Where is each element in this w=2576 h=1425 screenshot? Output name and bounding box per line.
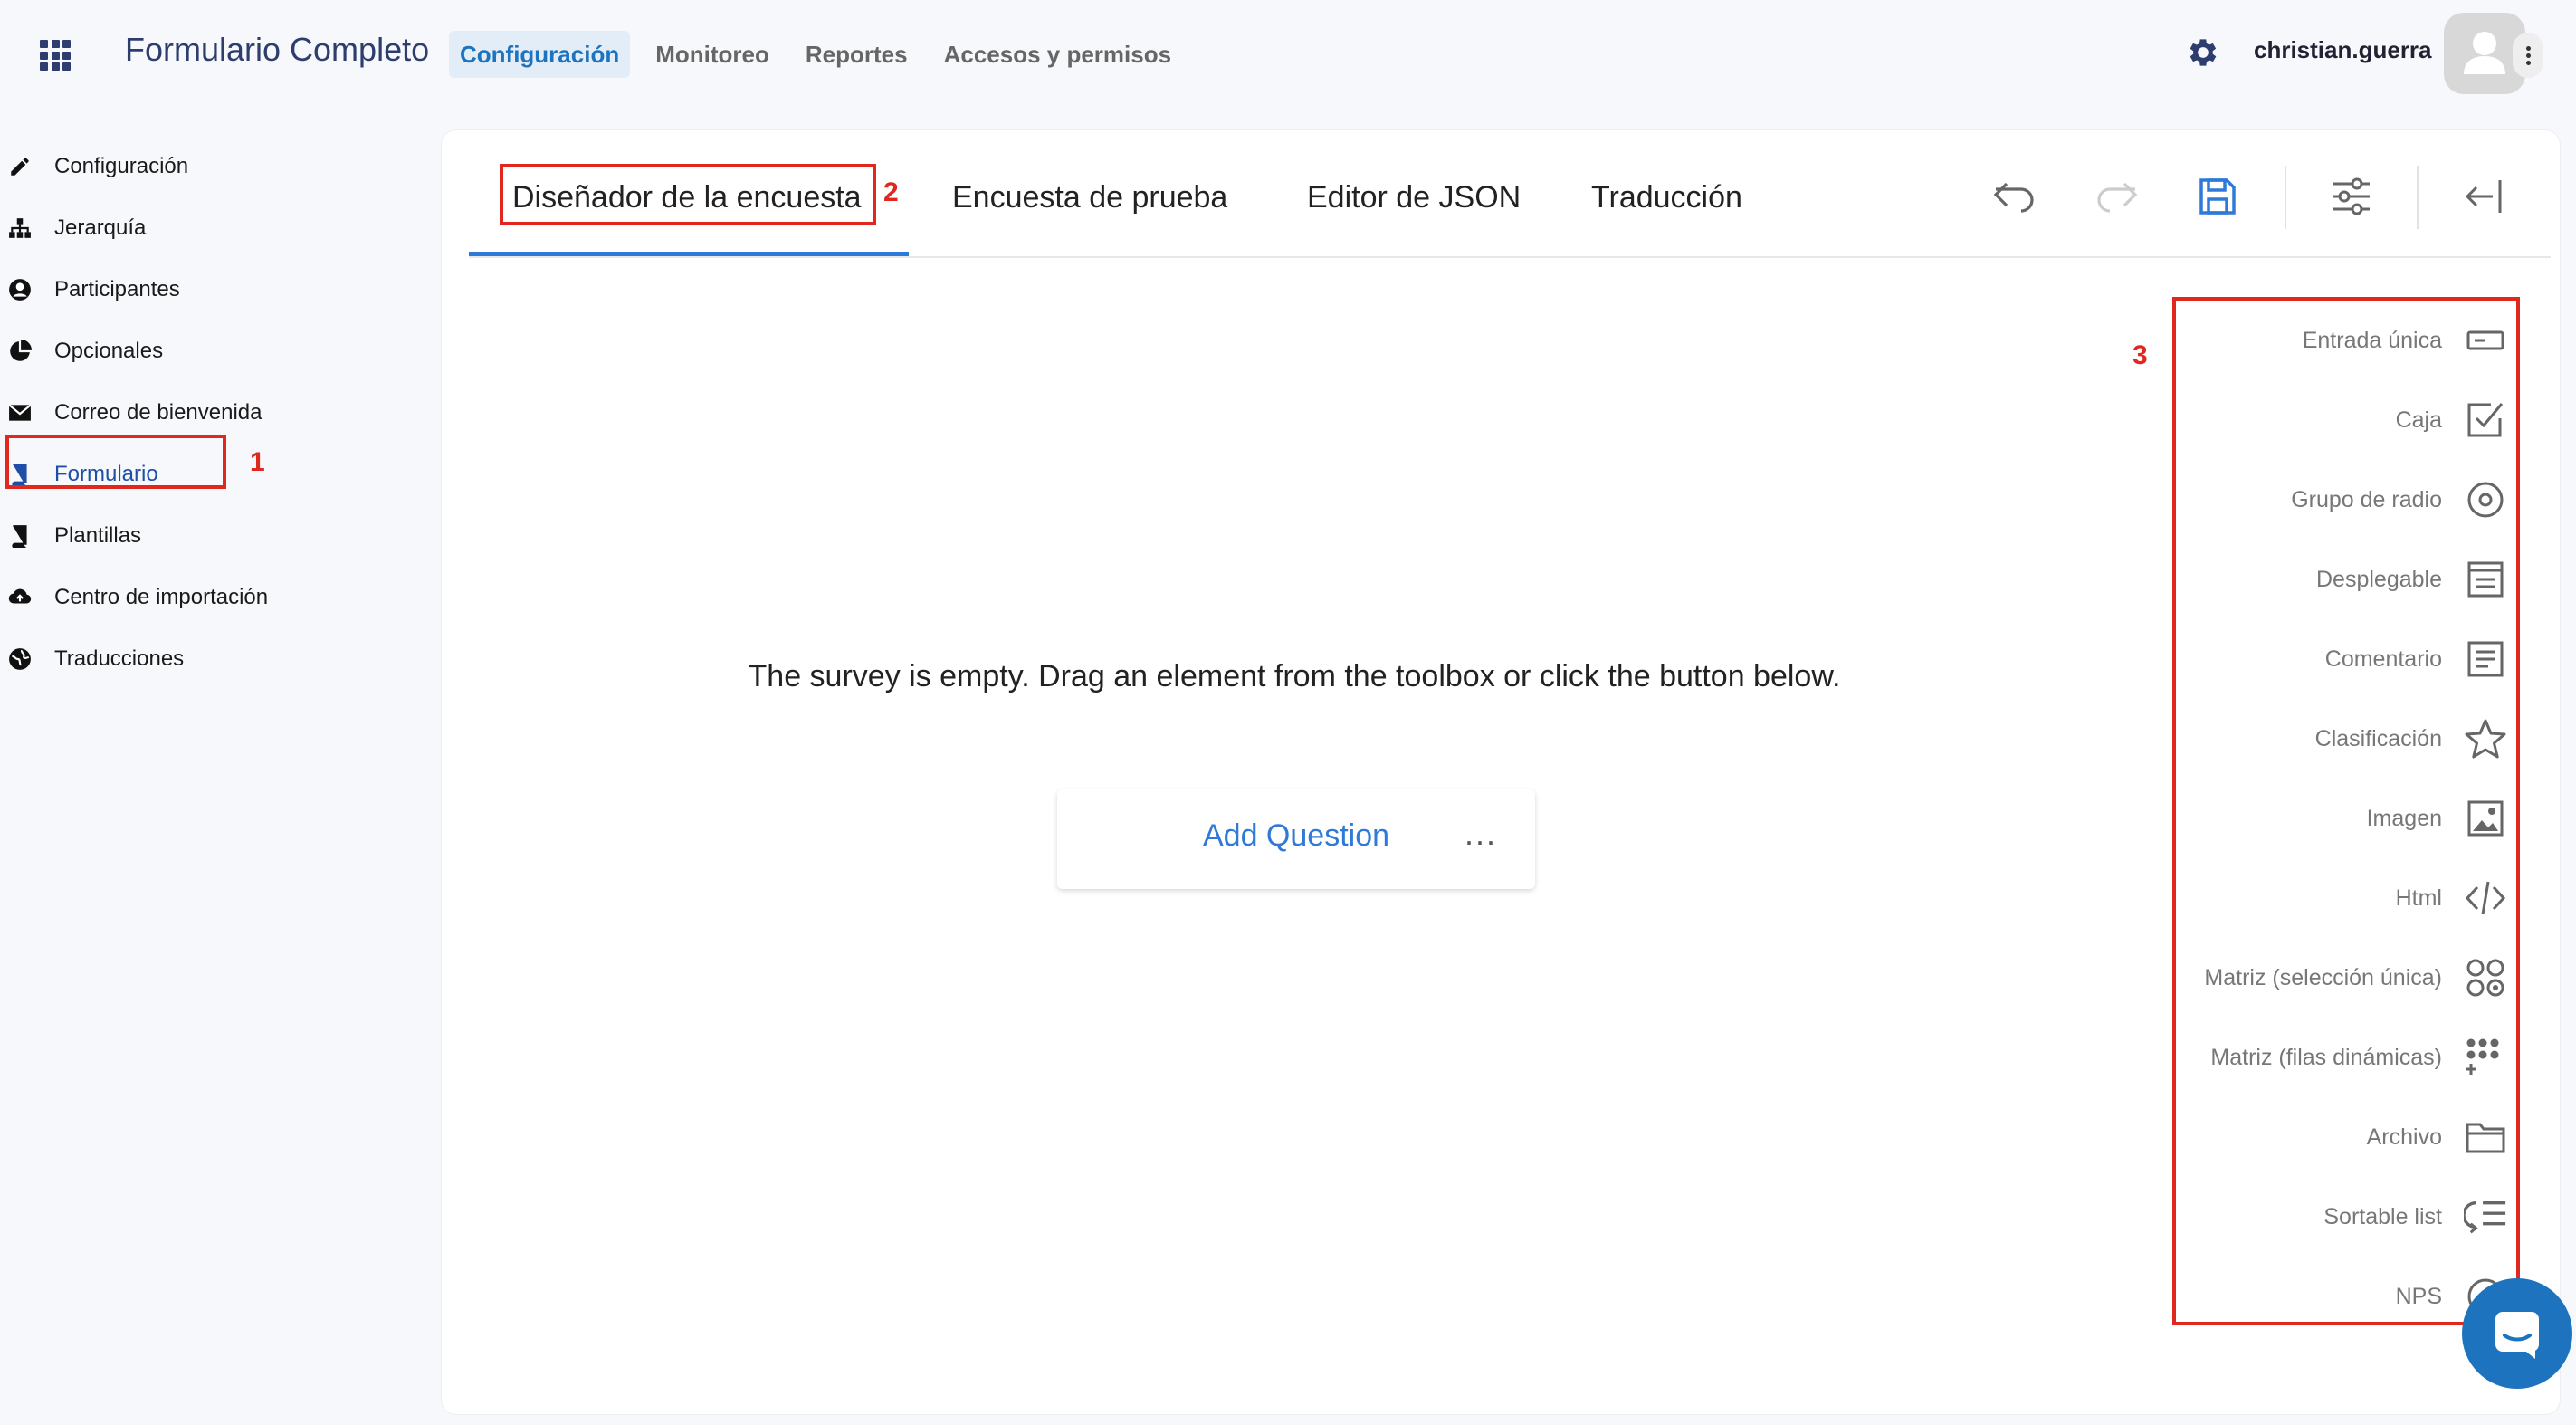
user-menu-dots-icon[interactable]	[2513, 33, 2543, 78]
toolbox-item-label: Entrada única	[2302, 327, 2442, 353]
toolbox-item-nps[interactable]: NPS	[2172, 1257, 2507, 1336]
gear-icon[interactable]	[2185, 34, 2221, 71]
toolbox-item-entrada-unica[interactable]: Entrada única	[2172, 301, 2507, 380]
toolbox-item-label: Desplegable	[2316, 566, 2442, 592]
toolbar-separator	[2285, 166, 2286, 229]
tab-editor-json[interactable]: Editor de JSON	[1307, 158, 1521, 257]
dropdown-icon	[2464, 558, 2507, 601]
annotation-number-3: 3	[2132, 340, 2148, 370]
toolbox-item-label: NPS	[2395, 1283, 2442, 1309]
pencil-icon	[7, 154, 33, 179]
chat-launcher-button[interactable]	[2462, 1278, 2572, 1389]
checkbox-icon	[2464, 398, 2507, 442]
toolbox-item-label: Comentario	[2324, 646, 2442, 672]
tab-traduccion[interactable]: Traducción	[1591, 158, 1742, 257]
hierarchy-icon	[7, 215, 33, 241]
participant-icon	[7, 277, 33, 302]
sidebar-item-traducciones[interactable]: Traducciones	[0, 628, 425, 690]
chat-icon	[2495, 1312, 2539, 1359]
add-question-button[interactable]: Add Question ...	[1057, 789, 1535, 889]
sidebar-item-label: Opcionales	[54, 339, 164, 363]
sidebar-item-opcionales[interactable]: Opcionales	[0, 320, 425, 382]
sidebar-item-label: Centro de importación	[54, 585, 269, 609]
toolbox-item-label: Matriz (filas dinámicas)	[2210, 1044, 2442, 1070]
apps-grid-icon[interactable]	[40, 40, 71, 71]
toolbox-item-label: Clasificación	[2314, 725, 2442, 751]
toolbox-item-matriz-seleccion-unica[interactable]: Matriz (selección única)	[2172, 938, 2507, 1018]
folder-icon	[2464, 1115, 2507, 1159]
pie-icon	[7, 339, 33, 364]
toolbox-item-grupo-radio[interactable]: Grupo de radio	[2172, 460, 2507, 540]
nav-reportes[interactable]: Reportes	[795, 31, 919, 78]
sidebar-item-label: Plantillas	[54, 523, 142, 548]
toolbox-item-html[interactable]: Html	[2172, 858, 2507, 938]
user-name[interactable]: christian.guerra	[2254, 36, 2432, 64]
annotation-box-2	[500, 164, 876, 225]
sidebar-item-plantillas[interactable]: Plantillas	[0, 505, 425, 567]
tabs-divider	[469, 256, 2551, 258]
text-input-icon	[2464, 319, 2507, 362]
toolbox-item-label: Html	[2395, 885, 2442, 911]
code-icon	[2464, 876, 2507, 920]
sidebar-item-centro-importacion[interactable]: Centro de importación	[0, 567, 425, 628]
toolbox-item-sortable-list[interactable]: Sortable list	[2172, 1177, 2507, 1257]
toolbar-separator	[2417, 166, 2419, 229]
save-icon[interactable]	[2190, 169, 2245, 224]
matrix-dynamic-icon	[2464, 1036, 2507, 1079]
toolbox-item-label: Matriz (selección única)	[2204, 964, 2442, 990]
book-dark-icon	[7, 523, 33, 549]
nav-accesos-permisos[interactable]: Accesos y permisos	[933, 31, 1182, 78]
toolbox-item-matriz-filas-dinamicas[interactable]: Matriz (filas dinámicas)	[2172, 1018, 2507, 1097]
sidebar-item-label: Jerarquía	[54, 215, 147, 240]
designer-toolbar	[1988, 169, 2245, 224]
add-question-label: Add Question	[1202, 818, 1390, 853]
toolbox-item-desplegable[interactable]: Desplegable	[2172, 540, 2507, 619]
redo-icon[interactable]	[2089, 169, 2143, 224]
tab-encuesta-prueba[interactable]: Encuesta de prueba	[952, 158, 1227, 257]
question-toolbox: Entrada única Caja Grupo de radio Desple…	[2172, 301, 2507, 1336]
nav-configuracion[interactable]: Configuración	[449, 31, 631, 78]
toolbox-item-archivo[interactable]: Archivo	[2172, 1097, 2507, 1177]
envelope-icon	[7, 400, 33, 426]
toolbox-item-imagen[interactable]: Imagen	[2172, 779, 2507, 858]
sidebar-item-configuracion[interactable]: Configuración	[0, 136, 425, 197]
annotation-box-1	[5, 435, 226, 489]
star-icon	[2464, 717, 2507, 760]
comment-icon	[2464, 637, 2507, 681]
app-title: Formulario Completo	[125, 31, 430, 68]
top-nav: Configuración Monitoreo Reportes Accesos…	[449, 31, 1197, 78]
cloud-upload-icon	[7, 585, 33, 610]
sidebar: Configuración Jerarquía Participantes Op…	[0, 136, 425, 690]
annotation-number-2: 2	[883, 177, 899, 207]
toolbox-item-label: Archivo	[2366, 1124, 2442, 1150]
sidebar-item-participantes[interactable]: Participantes	[0, 259, 425, 320]
settings-sliders-icon[interactable]	[2324, 169, 2379, 224]
sidebar-item-label: Participantes	[54, 277, 180, 301]
toolbox-item-clasificacion[interactable]: Clasificación	[2172, 699, 2507, 779]
sidebar-item-label: Traducciones	[54, 646, 185, 671]
sidebar-item-label: Correo de bienvenida	[54, 400, 262, 425]
sidebar-item-label: Configuración	[54, 154, 189, 178]
toolbox-item-comentario[interactable]: Comentario	[2172, 619, 2507, 699]
globe-icon	[7, 646, 33, 672]
toolbox-item-caja[interactable]: Caja	[2172, 380, 2507, 460]
toolbox-item-label: Grupo de radio	[2291, 486, 2442, 512]
nav-monitoreo[interactable]: Monitoreo	[644, 31, 780, 78]
toolbox-item-label: Sortable list	[2323, 1203, 2442, 1229]
empty-survey-message: The survey is empty. Drag an element fro…	[748, 659, 1841, 693]
more-options-icon[interactable]: ...	[1465, 815, 1497, 853]
sidebar-item-jerarquia[interactable]: Jerarquía	[0, 197, 425, 259]
toolbox-item-label: Imagen	[2366, 805, 2442, 831]
undo-icon[interactable]	[1988, 169, 2042, 224]
image-icon	[2464, 797, 2507, 840]
toolbox-item-label: Caja	[2395, 406, 2442, 433]
sortable-list-icon	[2464, 1195, 2507, 1239]
matrix-single-icon	[2464, 956, 2507, 999]
annotation-number-1: 1	[250, 447, 265, 477]
radio-icon	[2464, 478, 2507, 521]
collapse-panel-icon[interactable]	[2457, 169, 2511, 224]
